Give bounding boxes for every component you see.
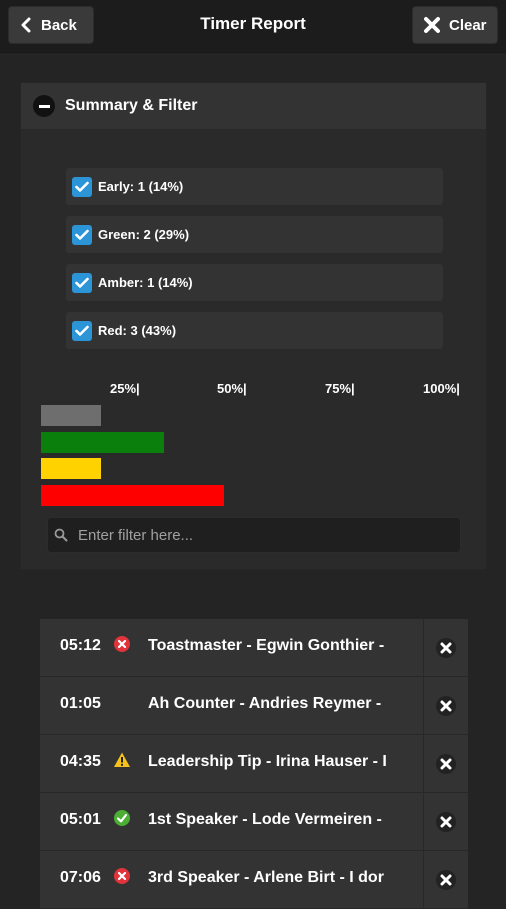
check-icon bbox=[75, 277, 89, 288]
bar-green bbox=[41, 432, 164, 453]
filter-label-red: Red: 3 (43%) bbox=[98, 323, 177, 338]
item-text: Ah Counter - Andries Reymer - bbox=[148, 695, 382, 712]
scale-tick-25: 25%| bbox=[110, 381, 140, 396]
summary-filter-toggle[interactable]: Summary & Filter bbox=[21, 83, 486, 129]
filter-early[interactable]: Early: 1 (14%) bbox=[65, 167, 444, 206]
close-icon bbox=[436, 754, 456, 774]
delete-button[interactable] bbox=[423, 793, 468, 851]
delete-button[interactable] bbox=[423, 677, 468, 735]
bar-early bbox=[41, 405, 101, 426]
list-item[interactable]: 07:06 3rd Speaker - Arlene Birt - I dor bbox=[40, 851, 468, 909]
bar-amber bbox=[41, 458, 101, 479]
check-icon bbox=[75, 325, 89, 336]
green-check-icon bbox=[114, 810, 130, 826]
close-icon bbox=[436, 870, 456, 890]
filter-search bbox=[47, 517, 461, 553]
checkbox-early[interactable] bbox=[72, 176, 92, 197]
close-icon bbox=[436, 812, 456, 832]
check-icon bbox=[75, 229, 89, 240]
item-time: 01:05 bbox=[60, 695, 101, 712]
list-item[interactable]: 05:12 Toastmaster - Egwin Gonthier - bbox=[40, 619, 468, 677]
list-item[interactable]: 04:35 Leadership Tip - Irina Hauser - I bbox=[40, 735, 468, 793]
checkbox-amber[interactable] bbox=[72, 272, 92, 293]
red-cross-icon bbox=[114, 636, 130, 652]
search-icon bbox=[54, 528, 68, 542]
item-text: Leadership Tip - Irina Hauser - I bbox=[148, 753, 387, 770]
clear-button[interactable]: Clear bbox=[412, 6, 498, 44]
warning-icon bbox=[114, 752, 130, 767]
minus-icon bbox=[33, 95, 55, 117]
clear-label: Clear bbox=[449, 16, 487, 34]
red-cross-icon bbox=[114, 868, 130, 884]
delete-button[interactable] bbox=[423, 851, 468, 909]
check-icon bbox=[75, 181, 89, 192]
filter-label-early: Early: 1 (14%) bbox=[98, 179, 184, 194]
summary-filter-panel: Summary & Filter Early: 1 (14%) Green: 2… bbox=[20, 82, 487, 570]
checkbox-green[interactable] bbox=[72, 224, 92, 245]
list-item[interactable]: 05:01 1st Speaker - Lode Vermeiren - bbox=[40, 793, 468, 851]
filter-input[interactable] bbox=[76, 525, 440, 545]
summary-heading: Summary & Filter bbox=[65, 97, 198, 114]
scale-tick-50: 50%| bbox=[217, 381, 247, 396]
item-text: 1st Speaker - Lode Vermeiren - bbox=[148, 811, 382, 828]
filter-red[interactable]: Red: 3 (43%) bbox=[65, 311, 444, 350]
item-time: 04:35 bbox=[60, 753, 101, 770]
item-time: 05:12 bbox=[60, 637, 101, 654]
close-icon bbox=[436, 696, 456, 716]
close-icon bbox=[424, 17, 440, 33]
filter-label-amber: Amber: 1 (14%) bbox=[98, 275, 193, 290]
list-item[interactable]: 01:05 Ah Counter - Andries Reymer - bbox=[40, 677, 468, 735]
filter-label-green: Green: 2 (29%) bbox=[98, 227, 190, 242]
delete-button[interactable] bbox=[423, 619, 468, 677]
filter-green[interactable]: Green: 2 (29%) bbox=[65, 215, 444, 254]
close-icon bbox=[436, 638, 456, 658]
header-bar: Back Timer Report Clear bbox=[0, 0, 506, 53]
scale-tick-75: 75%| bbox=[325, 381, 355, 396]
checkbox-red[interactable] bbox=[72, 320, 92, 341]
timer-report-list: 05:12 Toastmaster - Egwin Gonthier - 01:… bbox=[40, 619, 468, 909]
scale-tick-100: 100%| bbox=[423, 381, 460, 396]
bar-red bbox=[41, 485, 224, 506]
delete-button[interactable] bbox=[423, 735, 468, 793]
item-time: 05:01 bbox=[60, 811, 101, 828]
item-text: Toastmaster - Egwin Gonthier - bbox=[148, 637, 385, 654]
filter-amber[interactable]: Amber: 1 (14%) bbox=[65, 263, 444, 302]
item-time: 07:06 bbox=[60, 869, 101, 886]
item-text: 3rd Speaker - Arlene Birt - I dor bbox=[148, 869, 384, 886]
